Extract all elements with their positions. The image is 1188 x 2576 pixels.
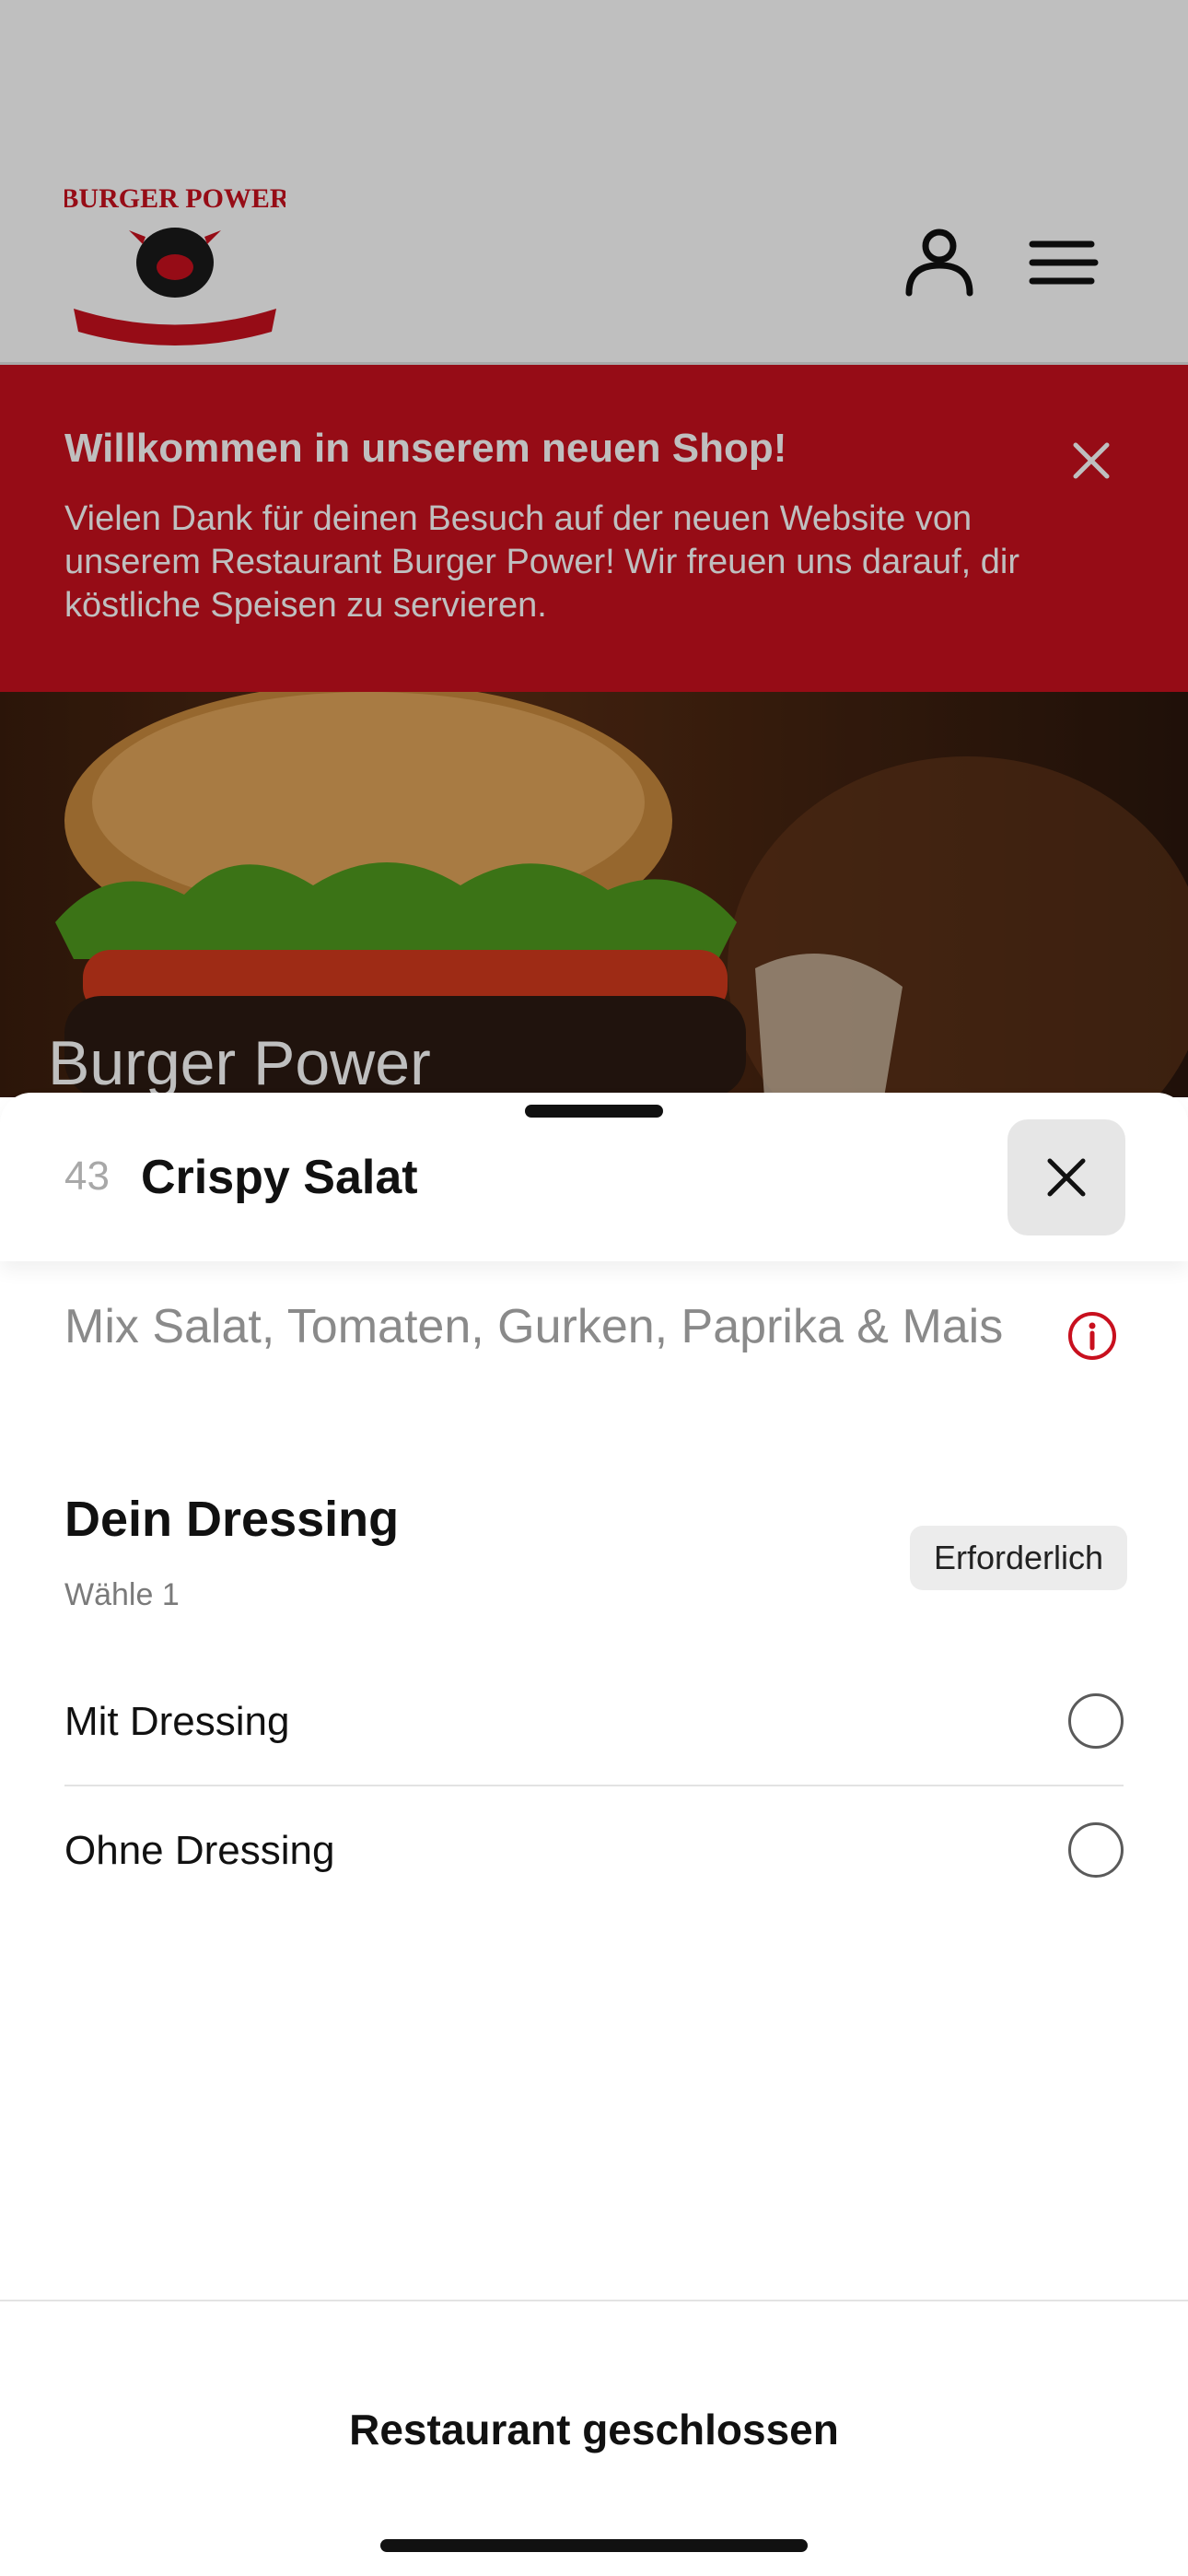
item-number: 43 (64, 1153, 110, 1199)
site-header: BURGER POWER (0, 0, 1188, 365)
hero-title: Burger Power (48, 1028, 431, 1098)
close-icon (1047, 1158, 1086, 1197)
radio-button[interactable] (1068, 1822, 1124, 1878)
svg-text:BURGER POWER: BURGER POWER (64, 183, 285, 214)
option-mit-dressing[interactable]: Mit Dressing (64, 1658, 1124, 1787)
home-indicator (380, 2539, 808, 2552)
sheet-grabber[interactable] (525, 1105, 663, 1118)
info-icon[interactable] (1066, 1310, 1118, 1362)
option-label: Ohne Dressing (64, 1828, 335, 1873)
restaurant-closed-button[interactable]: Restaurant geschlossen (0, 2405, 1188, 2454)
item-description: Mix Salat, Tomaten, Gurken, Paprika & Ma… (64, 1300, 1004, 1353)
option-label: Mit Dressing (64, 1699, 290, 1744)
close-icon[interactable] (1068, 438, 1114, 484)
footer-divider (0, 2300, 1188, 2301)
option-divider (64, 1785, 1124, 1786)
dressing-section-title: Dein Dressing (64, 1492, 400, 1547)
banner-text: Vielen Dank für deinen Besuch auf der ne… (64, 499, 1020, 625)
radio-button[interactable] (1068, 1693, 1124, 1749)
menu-icon[interactable] (1027, 235, 1101, 290)
close-sheet-button[interactable] (1007, 1119, 1125, 1235)
burger-power-logo[interactable]: BURGER POWER (64, 170, 285, 350)
item-name: Crispy Salat (141, 1151, 418, 1204)
dressing-section-subtitle: Wähle 1 (64, 1577, 180, 1612)
banner-title: Willkommen in unserem neuen Shop! (64, 426, 787, 471)
option-ohne-dressing[interactable]: Ohne Dressing (64, 1787, 1124, 1916)
user-icon[interactable] (898, 221, 981, 304)
required-badge: Erforderlich (910, 1526, 1128, 1590)
